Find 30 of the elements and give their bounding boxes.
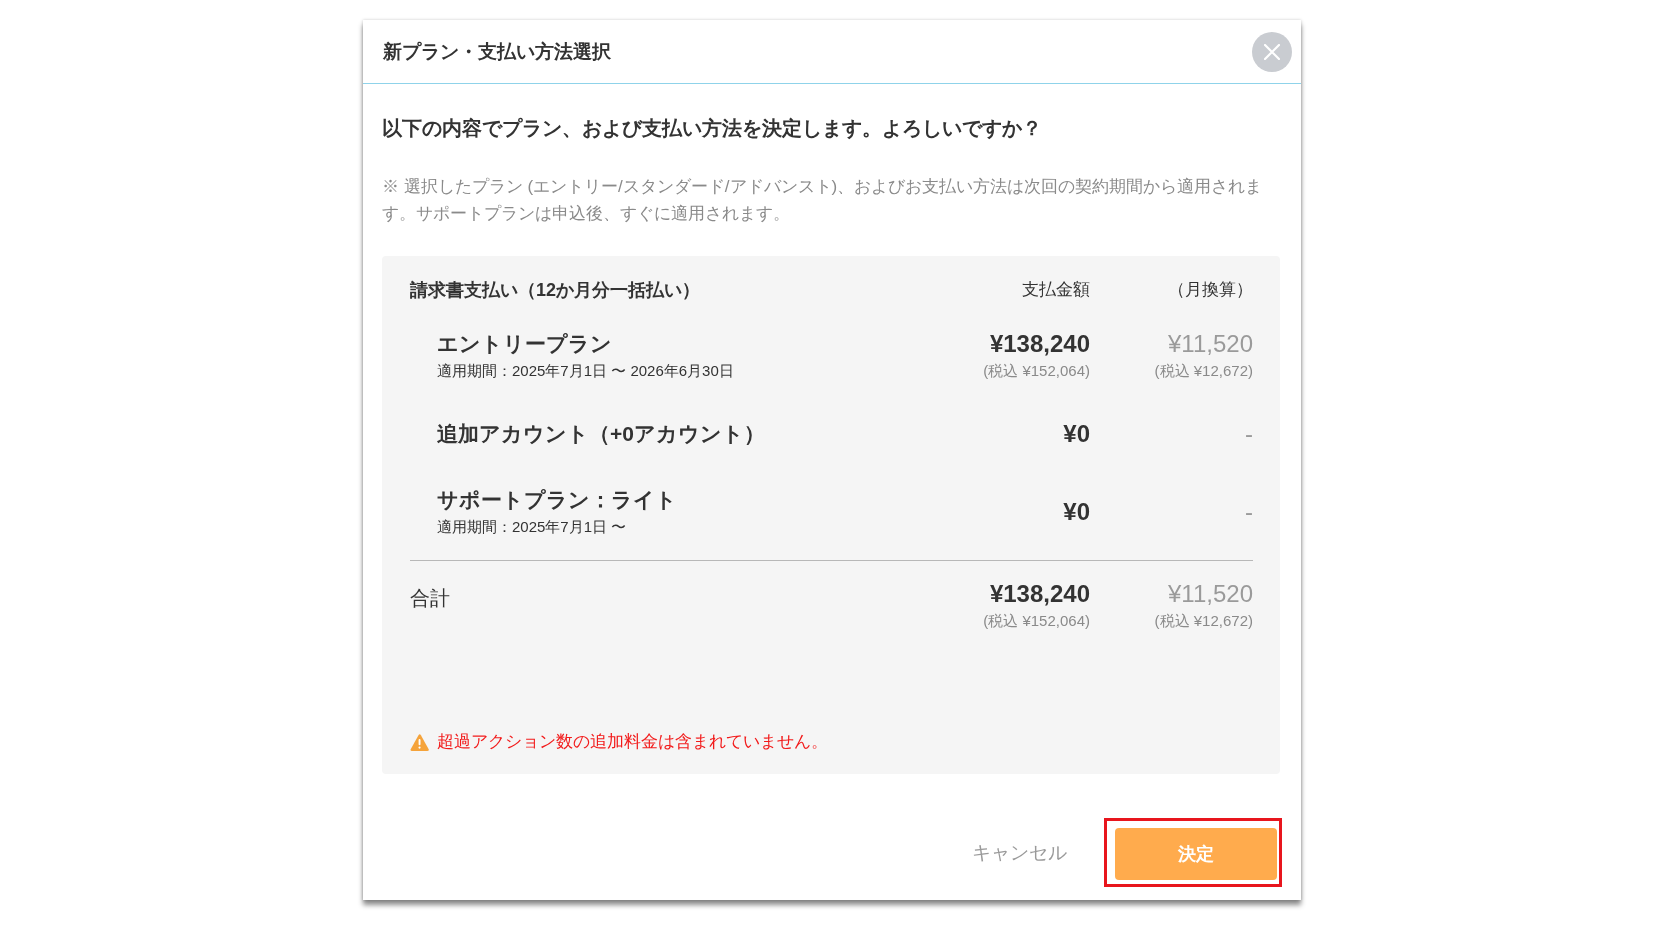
monthly-amount: - (1245, 498, 1253, 526)
period-text: 適用期間：2025年7月1日 〜 (437, 517, 628, 537)
note-text: ※ 選択したプラン (エントリー/スタンダード/アドバンスト)、およびお支払い方法は次回の契約期間から適用されます。サポートプランは申込後、すぐに適用されます。 (382, 176, 1264, 225)
tax-included-amount: (税込 ¥152,064) (983, 361, 1090, 381)
amount-text: ¥0 (1063, 420, 1090, 448)
item-name: エントリープラン (437, 331, 613, 357)
period-text: 適用期間：2025年7月1日 〜 2026年6月30日 (437, 361, 735, 381)
tax-included-amount: (税込 ¥12,672) (1154, 611, 1253, 631)
cancel-button[interactable]: キャンセル (972, 839, 1067, 866)
item-name: サポートプラン：ライト (437, 487, 678, 513)
tax-included-amount: (税込 ¥152,064) (983, 611, 1090, 631)
monthly-amount: ¥11,520 (1168, 330, 1253, 358)
amount-text: ¥138,240 (989, 330, 1090, 358)
tax-included-amount: (税込 ¥12,672) (1154, 361, 1253, 381)
dialog-title: 新プラン・支払い方法選択 (383, 39, 611, 64)
column-heading: （月換算） (1167, 279, 1253, 301)
warning-icon (410, 733, 429, 751)
payment-method-heading: 請求書支払い（12か月分一括払い） (410, 279, 702, 302)
item-name: 追加アカウント（+0アカウント） (437, 421, 766, 447)
monthly-amount: - (1245, 420, 1253, 448)
confirm-question: 以下の内容でプラン、および支払い方法を決定します。よろしいですか？ (382, 116, 1043, 141)
close-button[interactable] (1252, 31, 1292, 72)
total-label: 合計 (410, 586, 450, 611)
amount-text: ¥0 (1063, 498, 1090, 526)
monthly-total: ¥11,520 (1168, 580, 1253, 608)
close-icon (1264, 43, 1280, 60)
warning-text: 超過アクション数の追加料金は含まれていません。 (437, 731, 828, 753)
total-amount: ¥138,240 (989, 580, 1090, 608)
column-heading: 支払金額 (1021, 279, 1090, 301)
confirm-button[interactable]: 決定 (1115, 828, 1277, 880)
